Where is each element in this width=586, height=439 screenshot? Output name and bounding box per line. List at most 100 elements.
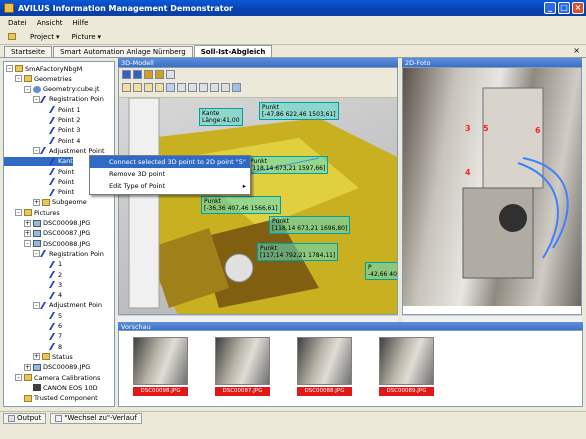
menu-ansicht[interactable]: Ansicht [37, 19, 63, 27]
thumbnail[interactable]: DSC00089.JPG [379, 337, 434, 397]
tree-item[interactable]: Point [4, 188, 74, 197]
tree-item[interactable]: + DSC00087.JPG [4, 229, 90, 238]
refresh-icon[interactable] [232, 83, 241, 92]
tab-startseite[interactable]: Startseite [4, 46, 53, 57]
expander-icon[interactable]: - [33, 301, 40, 309]
rotate-icon[interactable] [177, 83, 186, 92]
tree-item[interactable]: - Geometries [4, 74, 72, 83]
tree-item[interactable]: 6 [4, 322, 62, 331]
thumbnail[interactable]: DSC00088.JPG [297, 337, 352, 397]
tree-item[interactable]: - Geometry:cube.jt [4, 85, 99, 94]
picture-dropdown[interactable]: Picture ▾ [67, 31, 105, 43]
view-side-icon[interactable] [133, 70, 142, 79]
expander-icon[interactable]: + [24, 219, 31, 227]
history-tab[interactable]: "Wechsel zu"-Verlauf [50, 412, 142, 424]
photo-point-4[interactable]: 4 [465, 168, 471, 177]
edge-icon[interactable] [133, 83, 142, 92]
photo-point-5[interactable]: 5 [483, 124, 489, 133]
view-front-icon[interactable] [122, 70, 131, 79]
3d-viewport[interactable]: Kante Länge:41,00 Punkt [-47,86 622,46 150… [119, 98, 397, 314]
xyz-icon[interactable] [166, 83, 175, 92]
tree-item[interactable]: CANON EOS 10D [4, 383, 98, 392]
expander-icon[interactable]: - [15, 75, 22, 83]
tree-item[interactable]: + DSC00089.JPG [4, 363, 90, 372]
menu-item-remove-point[interactable]: Remove 3D point [90, 168, 250, 180]
photo-point-3[interactable]: 3 [465, 124, 471, 133]
status-bar: Output "Wechsel zu"-Verlauf [0, 411, 586, 424]
tree-item[interactable]: - Adjustment Poin [4, 301, 102, 310]
expander-icon[interactable]: - [33, 95, 40, 103]
label-punkt-5[interactable]: Punkt [117,14 792,21 1784,11] [257, 243, 339, 261]
expander-icon[interactable]: + [24, 363, 31, 371]
tab-smart-automation[interactable]: Smart Automation Anlage Nürnberg [53, 46, 193, 57]
tree-item-label: DSC00089.JPG [43, 363, 91, 372]
expander-icon[interactable]: - [24, 240, 31, 248]
minimize-button[interactable]: _ [544, 2, 556, 14]
open-button[interactable] [4, 31, 22, 42]
tree-item[interactable]: Trusted Component [4, 394, 98, 403]
view-fit-icon[interactable] [166, 70, 175, 79]
expander-icon[interactable]: - [15, 374, 22, 381]
tree-item[interactable]: - Pictures [4, 208, 60, 217]
expander-icon[interactable]: - [6, 65, 13, 72]
plane-icon[interactable] [155, 83, 164, 92]
label-punkt-6[interactable]: P-42,66 404, [365, 262, 397, 280]
tree-item[interactable]: 2 [4, 270, 62, 279]
close-tab-icon[interactable]: × [573, 46, 580, 55]
output-tab[interactable]: Output [3, 412, 47, 424]
label-punkt-4[interactable]: Punkt [118,14 673,21 1696,80] [269, 216, 351, 234]
tree-item[interactable]: 4 [4, 291, 62, 300]
tree-item[interactable]: - Camera Calibrations [4, 373, 100, 382]
menu-item-connect-point[interactable]: Connect selected 3D point to 2D point "5… [90, 156, 250, 168]
delete-icon[interactable] [221, 83, 230, 92]
view-iso-icon[interactable] [155, 70, 164, 79]
tree-item[interactable]: Point 2 [4, 116, 80, 125]
label-punkt-1[interactable]: Punkt [-47,86 622,46 1503,61] [259, 102, 339, 120]
tree-item-label: 3 [58, 280, 63, 289]
tree-item[interactable]: Point [4, 167, 74, 176]
label-kante[interactable]: Kante Länge:41,00 [199, 108, 243, 126]
expander-icon[interactable]: - [24, 85, 31, 93]
tree-item[interactable]: Point 1 [4, 105, 80, 114]
tree-item[interactable]: + Status [4, 352, 73, 361]
tree-item[interactable]: 8 [4, 342, 62, 351]
photo-image[interactable]: 3 5 6 4 [403, 68, 581, 306]
tree-item[interactable]: Point [4, 177, 74, 186]
tree-item[interactable]: - Registration Poin [4, 249, 104, 258]
tree-item[interactable]: 5 [4, 311, 62, 320]
menu-datei[interactable]: Datei [8, 19, 27, 27]
tree-item[interactable]: + Subgeome [4, 198, 87, 207]
maximize-button[interactable]: □ [558, 2, 570, 14]
expander-icon[interactable]: + [24, 229, 31, 237]
tree-item[interactable]: - Registration Poin [4, 95, 104, 104]
project-tree[interactable]: - SmAFactoryNbgM - Geometries - Geometry:cube… [3, 61, 115, 407]
tree-item[interactable]: - DSC00088.JPG [4, 239, 90, 248]
pan-icon[interactable] [188, 83, 197, 92]
tree-item[interactable]: 7 [4, 332, 62, 341]
tree-item[interactable]: + DSC00098.JPG [4, 219, 90, 228]
tree-item[interactable]: Point 3 [4, 126, 80, 135]
select-icon[interactable] [210, 83, 219, 92]
expander-icon[interactable]: + [33, 353, 40, 361]
point-icon[interactable] [144, 83, 153, 92]
tree-item[interactable]: Kant [4, 156, 73, 166]
measure-icon[interactable] [122, 83, 131, 92]
thumbnail[interactable]: DSC00087.JPG [215, 337, 270, 397]
tree-item[interactable]: 1 [4, 260, 62, 269]
photo-point-6[interactable]: 6 [535, 126, 541, 135]
label-punkt-3[interactable]: Punkt [-36,36 407,46 1566,61] [201, 196, 281, 214]
close-button[interactable]: × [572, 2, 584, 14]
tree-item[interactable]: Point 4 [4, 136, 80, 145]
menu-item-edit-type[interactable]: Edit Type of Point ▸ [90, 180, 250, 192]
project-dropdown[interactable]: Project ▾ [26, 31, 63, 43]
menu-hilfe[interactable]: Hilfe [73, 19, 89, 27]
expander-icon[interactable]: - [15, 209, 22, 217]
zoom-icon[interactable] [199, 83, 208, 92]
tree-item[interactable]: - SmAFactoryNbgM [4, 64, 82, 73]
expander-icon[interactable]: + [33, 198, 40, 206]
tab-soll-ist-abgleich[interactable]: Soll-Ist-Abgleich [193, 45, 273, 57]
thumbnail[interactable]: DSC00098.JPG [133, 337, 188, 397]
label-punkt-2[interactable]: Punkt [118,14 673,21 1597,66] [247, 156, 329, 174]
tree-item[interactable]: 3 [4, 280, 62, 289]
view-top-icon[interactable] [144, 70, 153, 79]
